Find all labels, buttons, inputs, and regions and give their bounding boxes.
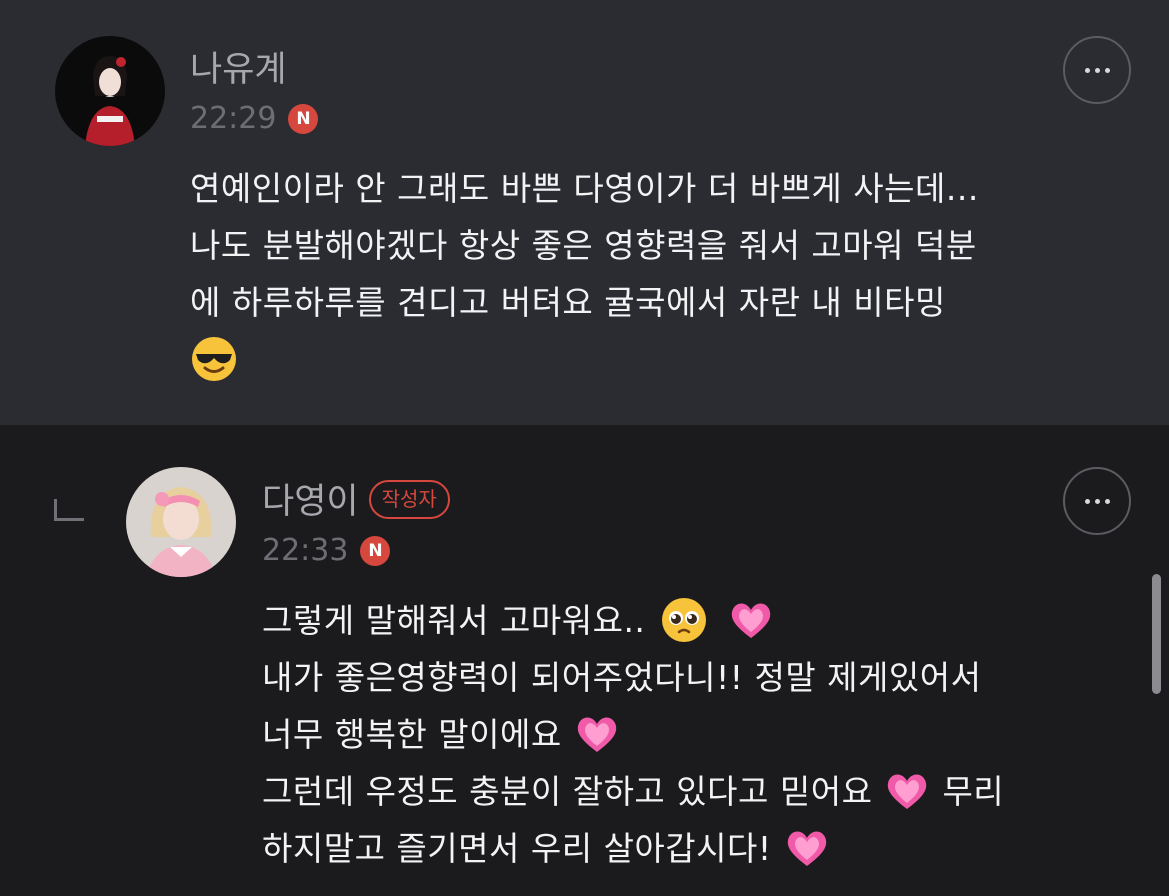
comment-card: 나유계 22:29 N 연예인이라 안 그래도 바쁜 다영이가 더 바쁘게 사는… (0, 0, 1169, 425)
more-dot-icon (1084, 67, 1090, 73)
reply-line: 그렇게 말해줘서 고마워요.. (262, 592, 1004, 649)
more-options-button[interactable] (1063, 467, 1131, 535)
author-name: 다영이 작성자 (262, 479, 450, 523)
new-badge: N (288, 104, 319, 134)
author-name[interactable]: 나유계 (190, 50, 287, 90)
more-dot-icon (1094, 498, 1100, 504)
reply-body: 그렇게 말해줘서 고마워요.. 내가 좋은영향력이 되어주었다니!! 정말 제게… (262, 592, 1004, 877)
pleading-face-emoji-icon (660, 596, 708, 644)
emoji-line (190, 331, 979, 388)
timestamp-row: 22:29 N (190, 101, 319, 136)
heart-emoji-icon (783, 824, 831, 872)
reply-line-text: 그런데 우정도 충분이 잘하고 있다고 믿어요 (262, 772, 873, 811)
reply-line-text: 너무 행복한 말이에요 (262, 715, 562, 754)
reply-line-text: 무리 (942, 772, 1005, 811)
more-options-button[interactable] (1063, 36, 1131, 104)
avatar[interactable] (55, 36, 165, 146)
more-dot-icon (1084, 498, 1090, 504)
sunglasses-emoji-icon (190, 335, 238, 383)
comment-line: 나도 분발해야겠다 항상 좋은 영향력을 줘서 고마워 덕분 (190, 226, 977, 265)
timestamp-row: 22:33 N (262, 533, 391, 568)
heart-emoji-icon (883, 767, 931, 815)
author-name-text[interactable]: 다영이 (262, 482, 359, 522)
comment-line: 에 하루하루를 견디고 버텨요 귤국에서 자란 내 비타밍 (190, 283, 946, 322)
author-badge: 작성자 (368, 479, 450, 519)
comment-line: 연예인이라 안 그래도 바쁜 다영이가 더 바쁘게 사는데... (190, 169, 979, 208)
avatar[interactable] (126, 467, 236, 577)
comment-body: 연예인이라 안 그래도 바쁜 다영이가 더 바쁘게 사는데... 나도 분발해야… (190, 160, 979, 388)
more-dot-icon (1094, 67, 1100, 73)
reply-line: 내가 좋은영향력이 되어주었다니!! 정말 제게있어서 (262, 658, 982, 697)
scrollbar[interactable] (1152, 574, 1161, 694)
timestamp: 22:33 (262, 533, 349, 568)
new-badge: N (360, 536, 391, 566)
heart-emoji-icon (573, 710, 621, 758)
reply-line-text: 그렇게 말해줘서 고마워요.. (262, 601, 646, 640)
reply-line: 하지말고 즐기면서 우리 살아갑시다! (262, 820, 1004, 877)
timestamp: 22:29 (190, 101, 277, 136)
reply-line: 그런데 우정도 충분이 잘하고 있다고 믿어요 무리 (262, 763, 1004, 820)
more-dot-icon (1104, 498, 1110, 504)
reply-indicator-icon (54, 499, 84, 521)
reply-line: 너무 행복한 말이에요 (262, 706, 1004, 763)
heart-emoji-icon (727, 596, 775, 644)
more-dot-icon (1104, 67, 1110, 73)
reply-line-text: 하지말고 즐기면서 우리 살아갑시다! (262, 829, 772, 868)
